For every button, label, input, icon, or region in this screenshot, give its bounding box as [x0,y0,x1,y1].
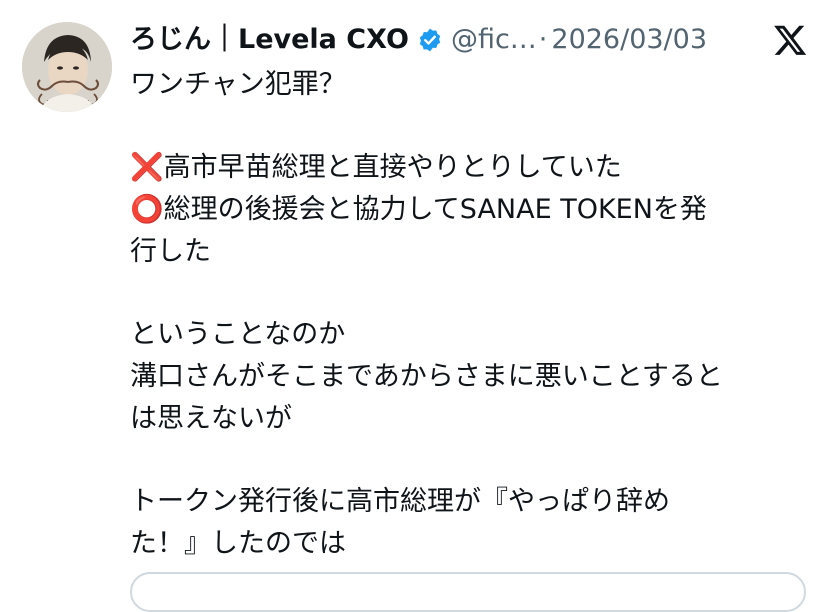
verified-badge-icon [417,27,443,53]
handle[interactable]: @fic… [451,18,537,62]
avatar[interactable] [22,22,112,112]
separator: · [538,24,548,55]
display-name[interactable]: ろじん｜Levela CXO [130,18,409,62]
tweet-text: ワンチャン犯罪？ ❌高市早苗総理と直接やりとりしていた ⭕総理の後援会と協力して… [130,69,723,559]
x-logo-icon[interactable] [772,22,808,58]
tweet-header: ろじん｜Levela CXO @fic… · 2026/03/03 [130,18,707,62]
timestamp[interactable]: 2026/03/03 [551,18,707,62]
quoted-card[interactable] [130,572,806,612]
